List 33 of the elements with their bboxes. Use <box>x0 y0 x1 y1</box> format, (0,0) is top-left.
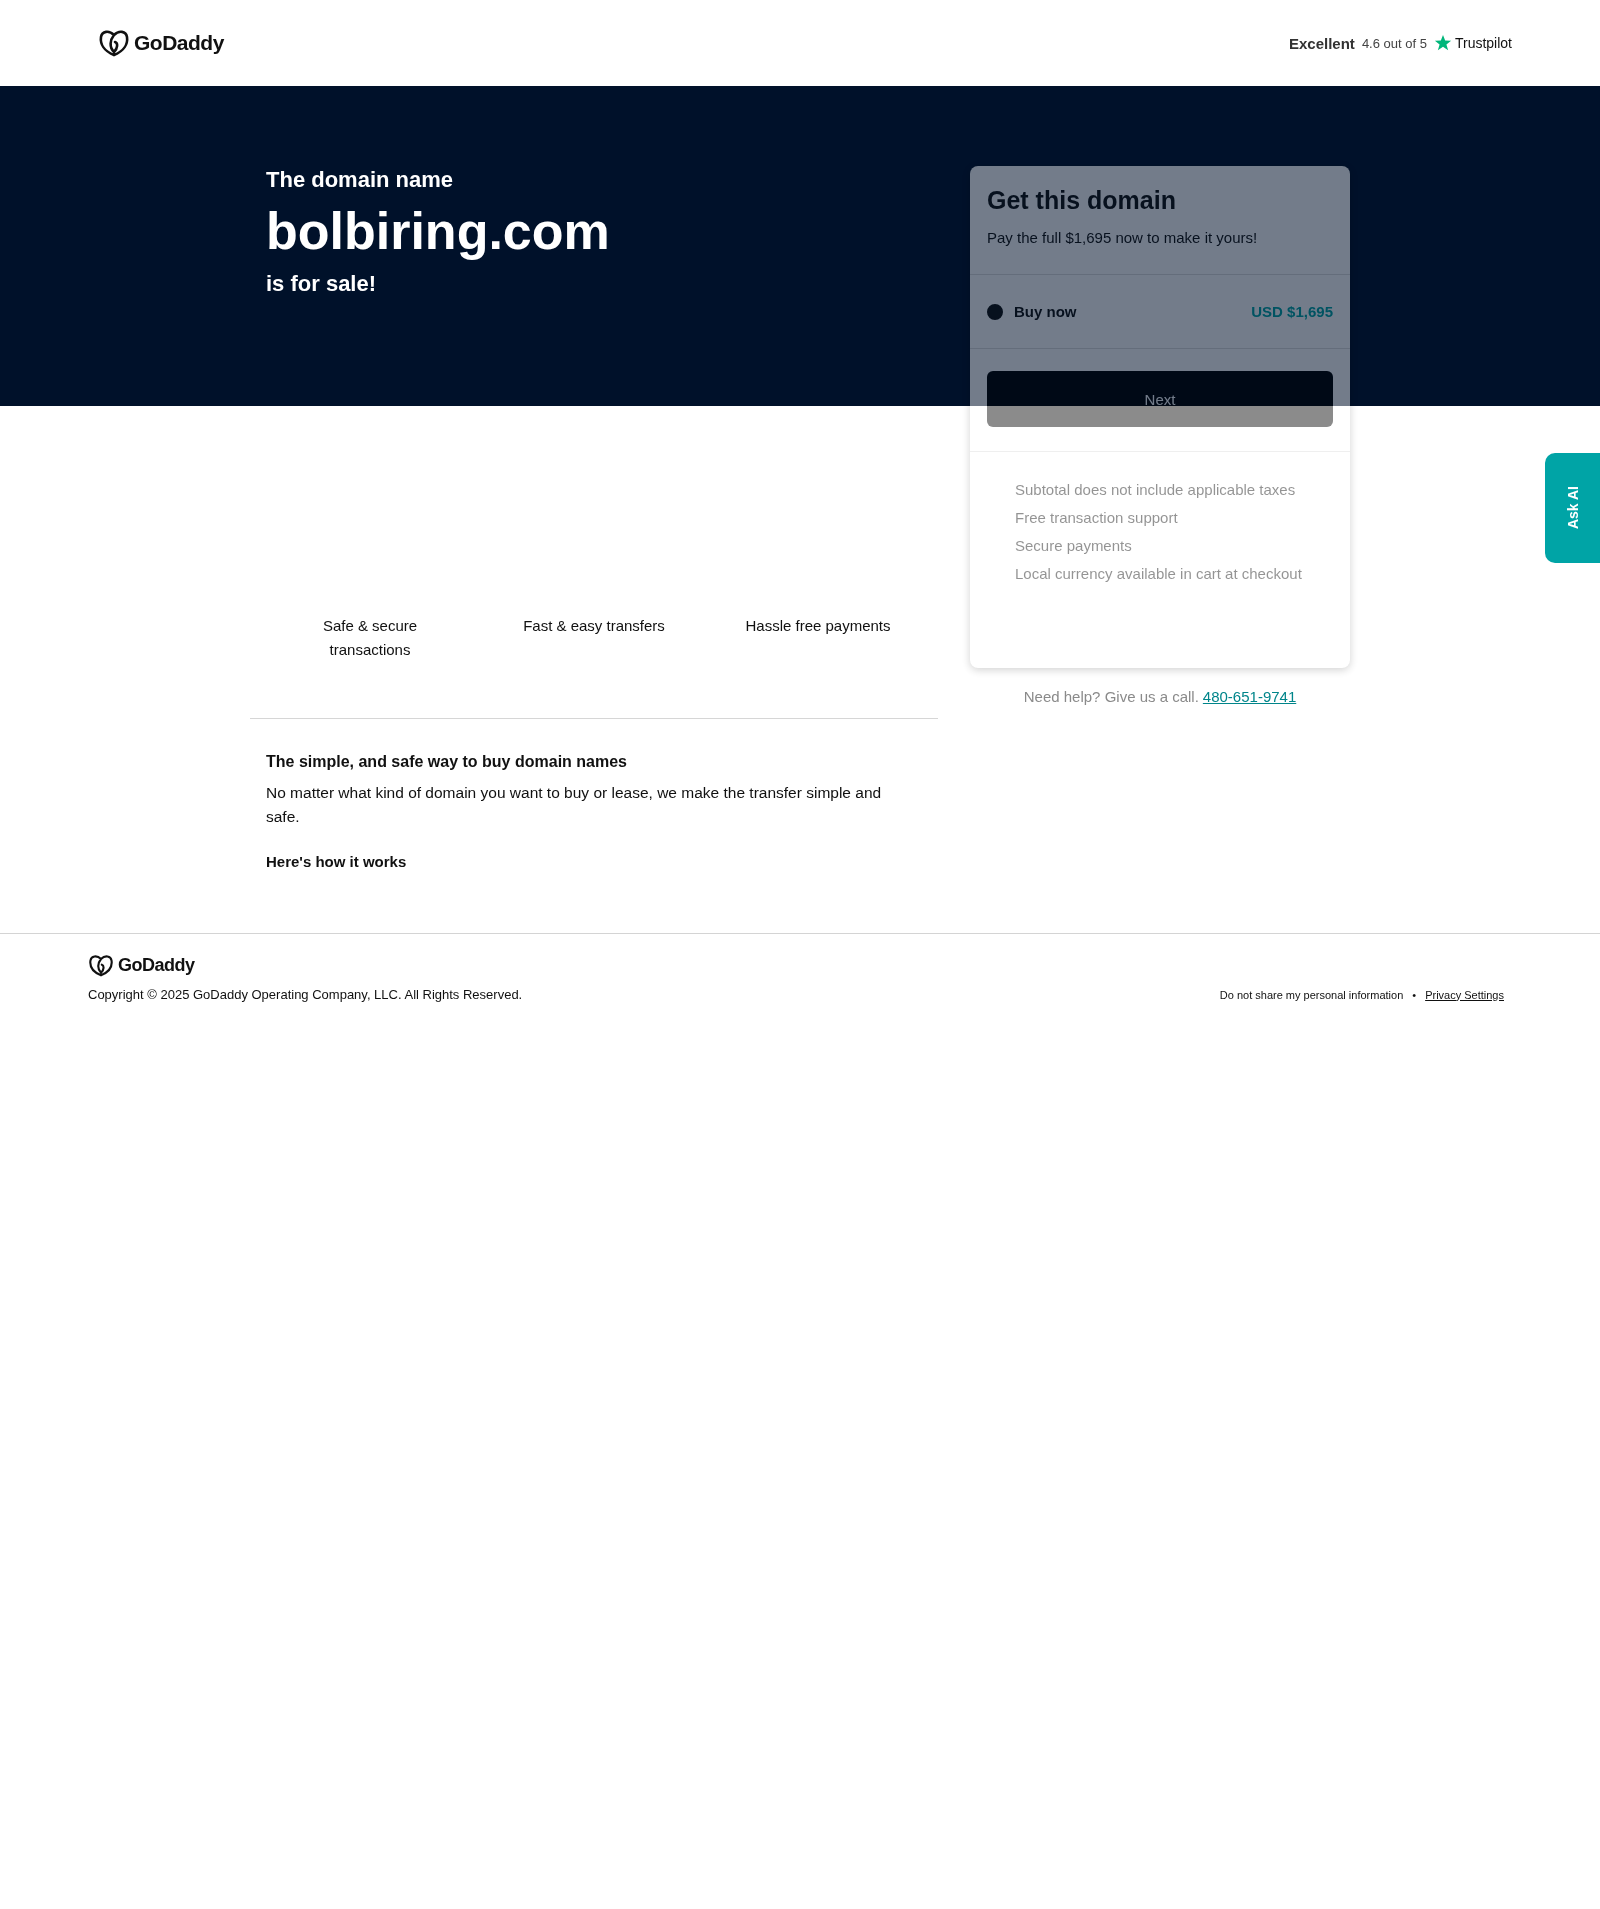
trustpilot-text: Trustpilot <box>1454 35 1512 51</box>
rating-label: Excellent <box>1289 34 1355 52</box>
how-it-works-link[interactable]: Here's how it works <box>266 853 407 870</box>
note-text: Subtotal does not include applicable taxes <box>1015 480 1297 500</box>
logo-icon <box>98 29 130 57</box>
radio-button[interactable] <box>987 303 1003 320</box>
hero-outro: is for sale! <box>266 269 378 298</box>
card-title: Get this domain <box>987 186 1177 215</box>
note-text: Free transaction support <box>1015 508 1179 528</box>
phone-link[interactable]: 480-651-9741 <box>1202 688 1297 705</box>
next-button[interactable]: Next <box>987 371 1333 427</box>
logo-text: GoDaddy <box>118 955 195 976</box>
note-text: Local currency available in cart at checkout <box>1015 564 1303 584</box>
note-text: Secure payments <box>1015 536 1133 556</box>
option-label: Buy now <box>1014 303 1077 320</box>
option-price: USD $1,695 <box>1251 303 1333 320</box>
separator-dot: • <box>1412 988 1417 1001</box>
logo-text: GoDaddy <box>134 31 224 55</box>
feature-label: Hassle free payments <box>744 616 892 636</box>
feature-label: Fast & easy transfers <box>522 616 666 636</box>
hero-intro: The domain name <box>266 166 455 194</box>
domain-name: bolbiring.com <box>266 202 611 260</box>
info-heading: The simple, and safe way to buy domain names <box>266 753 628 771</box>
feature-label: Safe & secure transactions <box>321 616 419 660</box>
logo-icon <box>88 954 114 977</box>
star-icon <box>1433 34 1452 52</box>
help-text: Need help? Give us a call. <box>1023 688 1199 705</box>
privacy-link[interactable]: Do not share my personal information <box>1219 988 1404 1001</box>
rating-score: 4.6 out of 5 <box>1361 35 1427 51</box>
privacy-settings-link[interactable]: Privacy Settings <box>1425 988 1504 1001</box>
copyright-text: Copyright © 2025 GoDaddy Operating Company, LLC. All Rights Reserved. <box>88 987 523 1002</box>
card-subtitle: Pay the full $1,695 now to make it yours! <box>987 229 1259 246</box>
info-text: No matter what kind of domain you want to buy or lease, we make the transfer simple and safe. <box>266 783 883 827</box>
